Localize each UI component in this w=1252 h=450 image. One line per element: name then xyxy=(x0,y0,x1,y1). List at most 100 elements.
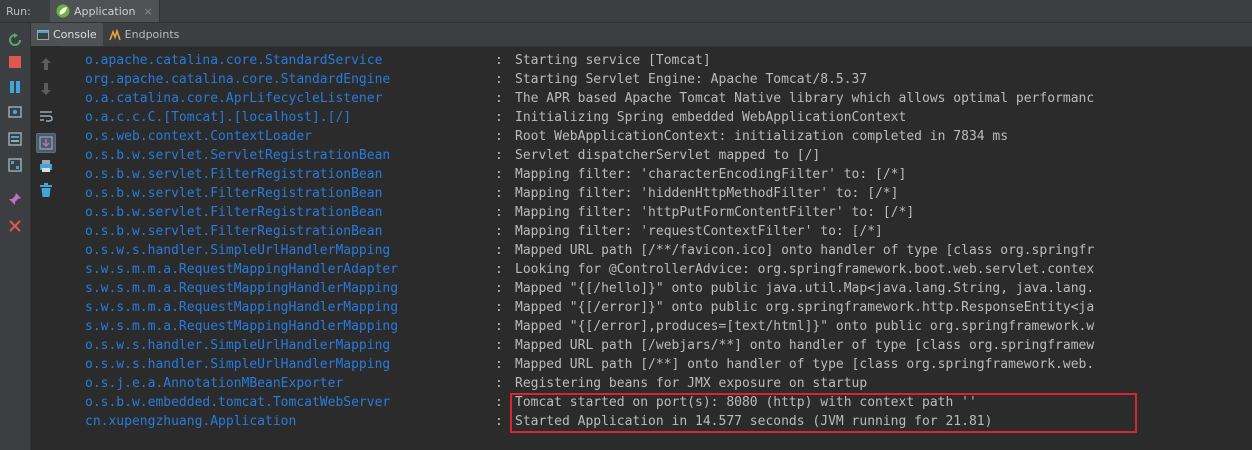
log-separator: : xyxy=(495,72,503,87)
log-line: o.s.b.w.servlet.FilterRegistrationBean: M… xyxy=(85,222,1252,241)
log-line: o.a.catalina.core.AprLifecycleListener: T… xyxy=(85,89,1252,108)
log-separator: : xyxy=(495,243,503,258)
run-tab-label: Application xyxy=(74,4,136,18)
log-message: The APR based Apache Tomcat Native libra… xyxy=(515,91,1095,106)
pin-icon[interactable] xyxy=(7,191,23,207)
log-line: s.w.s.m.m.a.RequestMappingHandlerMapping… xyxy=(85,317,1252,336)
run-tab-application[interactable]: Application × xyxy=(50,0,160,22)
log-line: o.s.web.context.ContextLoader: Root WebAp… xyxy=(85,127,1252,146)
log-message: Registering beans for JMX exposure on st… xyxy=(515,376,868,391)
log-separator: : xyxy=(495,224,503,239)
log-logger-name[interactable]: s.w.s.m.m.a.RequestMappingHandlerMapping xyxy=(85,298,495,317)
log-logger-name[interactable]: o.s.b.w.servlet.FilterRegistrationBean xyxy=(85,222,495,241)
log-line: o.s.b.w.servlet.FilterRegistrationBean: M… xyxy=(85,184,1252,203)
log-logger-name[interactable]: o.a.c.c.C.[Tomcat].[localhost].[/] xyxy=(85,108,495,127)
log-line: org.apache.catalina.core.StandardEngine:… xyxy=(85,70,1252,89)
log-separator: : xyxy=(495,281,503,296)
stop-icon[interactable] xyxy=(7,54,23,70)
log-line: o.s.j.e.a.AnnotationMBeanExporter: Regist… xyxy=(85,374,1252,393)
run-label: Run: xyxy=(6,4,31,18)
log-logger-name[interactable]: org.apache.catalina.core.StandardEngine xyxy=(85,70,495,89)
log-logger-name[interactable]: o.a.catalina.core.AprLifecycleListener xyxy=(85,89,495,108)
spring-boot-icon xyxy=(56,4,70,18)
restore-layout-icon-2[interactable] xyxy=(7,157,23,173)
run-left-toolbar xyxy=(0,23,31,450)
annotation-highlight-box xyxy=(510,393,1137,433)
rerun-icon[interactable] xyxy=(7,32,23,48)
log-separator: : xyxy=(495,148,503,163)
log-logger-name[interactable]: o.s.b.w.servlet.FilterRegistrationBean xyxy=(85,184,495,203)
log-logger-name[interactable]: s.w.s.m.m.a.RequestMappingHandlerMapping xyxy=(85,279,495,298)
log-line: o.s.w.s.handler.SimpleUrlHandlerMapping:… xyxy=(85,241,1252,260)
console-icon xyxy=(37,29,49,40)
log-message: Initializing Spring embedded WebApplicat… xyxy=(515,110,907,125)
tab-close-icon[interactable]: × xyxy=(143,5,152,18)
tab-console-label: Console xyxy=(53,28,97,41)
clear-all-icon[interactable] xyxy=(38,182,54,198)
console-toolbar xyxy=(31,46,61,450)
log-line: o.s.b.w.servlet.ServletRegistrationBean:… xyxy=(85,146,1252,165)
dump-threads-icon[interactable] xyxy=(7,104,23,120)
log-line: s.w.s.m.m.a.RequestMappingHandlerAdapter… xyxy=(85,260,1252,279)
run-sub-tabs: Console Endpoints xyxy=(31,23,1252,47)
log-separator: : xyxy=(495,186,503,201)
log-line: o.s.w.s.handler.SimpleUrlHandlerMapping:… xyxy=(85,336,1252,355)
log-logger-name[interactable]: o.s.j.e.a.AnnotationMBeanExporter xyxy=(85,374,495,393)
log-line: s.w.s.m.m.a.RequestMappingHandlerMapping… xyxy=(85,279,1252,298)
log-logger-name[interactable]: o.s.w.s.handler.SimpleUrlHandlerMapping xyxy=(85,355,495,374)
log-logger-name[interactable]: s.w.s.m.m.a.RequestMappingHandlerMapping xyxy=(85,317,495,336)
log-logger-name[interactable]: o.s.web.context.ContextLoader xyxy=(85,127,495,146)
log-logger-name[interactable]: o.s.w.s.handler.SimpleUrlHandlerMapping xyxy=(85,241,495,260)
log-separator: : xyxy=(495,91,503,106)
log-separator: : xyxy=(495,129,503,144)
log-separator: : xyxy=(495,205,503,220)
log-logger-name[interactable]: o.s.b.w.servlet.FilterRegistrationBean xyxy=(85,203,495,222)
endpoints-icon xyxy=(108,28,121,40)
log-line: s.w.s.m.m.a.RequestMappingHandlerMapping… xyxy=(85,298,1252,317)
pause-icon[interactable] xyxy=(7,79,23,95)
log-message: Looking for @ControllerAdvice: org.sprin… xyxy=(515,262,1095,277)
scroll-to-end-icon[interactable] xyxy=(36,133,56,153)
log-logger-name[interactable]: o.s.b.w.servlet.FilterRegistrationBean xyxy=(85,165,495,184)
console-output[interactable]: o.apache.catalina.core.StandardService: S… xyxy=(62,46,1252,450)
log-message: Mapped "{[/error],produces=[text/html]}"… xyxy=(515,319,1095,334)
log-message: Servlet dispatcherServlet mapped to [/] xyxy=(515,148,821,163)
log-message: Mapping filter: 'characterEncodingFilter… xyxy=(515,167,907,182)
log-logger-name[interactable]: o.s.b.w.embedded.tomcat.TomcatWebServer xyxy=(85,393,495,412)
log-message: Mapping filter: 'httpPutFormContentFilte… xyxy=(515,205,915,220)
tab-console[interactable]: Console xyxy=(31,23,103,46)
log-separator: : xyxy=(495,319,503,334)
log-message: Mapping filter: 'requestContextFilter' t… xyxy=(515,224,883,239)
log-separator: : xyxy=(495,300,503,315)
log-line: o.s.b.w.servlet.FilterRegistrationBean: M… xyxy=(85,203,1252,222)
log-line: o.apache.catalina.core.StandardService: S… xyxy=(85,51,1252,70)
log-separator: : xyxy=(495,110,503,125)
log-line: o.a.c.c.C.[Tomcat].[localhost].[/]: Initi… xyxy=(85,108,1252,127)
tab-endpoints[interactable]: Endpoints xyxy=(103,23,186,46)
log-logger-name[interactable]: cn.xupengzhuang.Application xyxy=(85,412,495,431)
log-message: Mapped URL path [/**/favicon.ico] onto h… xyxy=(515,243,1095,258)
log-logger-name[interactable]: s.w.s.m.m.a.RequestMappingHandlerAdapter xyxy=(85,260,495,279)
restore-layout-icon[interactable] xyxy=(7,131,23,147)
soft-wrap-icon[interactable] xyxy=(38,108,54,124)
log-logger-name[interactable]: o.apache.catalina.core.StandardService xyxy=(85,51,495,70)
log-separator: : xyxy=(495,167,503,182)
log-separator: : xyxy=(495,338,503,353)
log-logger-name[interactable]: o.s.w.s.handler.SimpleUrlHandlerMapping xyxy=(85,336,495,355)
print-icon[interactable] xyxy=(38,158,54,174)
log-message: Mapped URL path [/webjars/**] onto handl… xyxy=(515,338,1095,353)
log-line: o.s.w.s.handler.SimpleUrlHandlerMapping:… xyxy=(85,355,1252,374)
log-message: Mapping filter: 'hiddenHttpMethodFilter'… xyxy=(515,186,899,201)
scroll-down-icon[interactable] xyxy=(38,81,54,97)
close-icon[interactable] xyxy=(7,218,23,234)
log-message: Mapped URL path [/**] onto handler of ty… xyxy=(515,357,1095,372)
scroll-up-icon[interactable] xyxy=(38,56,54,72)
log-message: Mapped "{[/error]}" onto public org.spri… xyxy=(515,300,1095,315)
log-logger-name[interactable]: o.s.b.w.servlet.ServletRegistrationBean xyxy=(85,146,495,165)
log-message: Starting service [Tomcat] xyxy=(515,53,711,68)
log-line: o.s.b.w.servlet.FilterRegistrationBean: M… xyxy=(85,165,1252,184)
tab-endpoints-label: Endpoints xyxy=(124,28,180,41)
log-separator: : xyxy=(495,376,503,391)
log-message: Root WebApplicationContext: initializati… xyxy=(515,129,1009,144)
log-separator: : xyxy=(495,357,503,372)
